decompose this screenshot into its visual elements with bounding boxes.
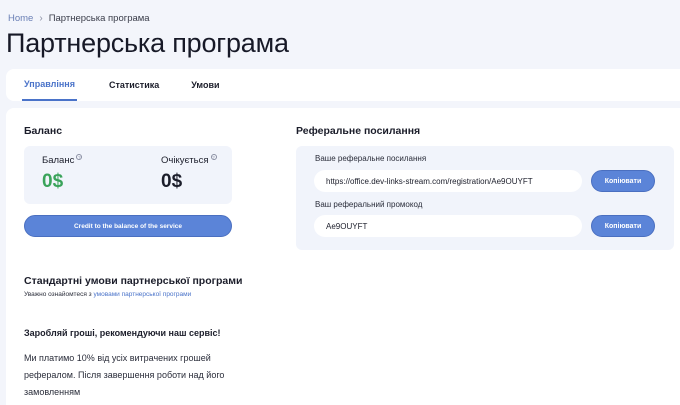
referral-link-field[interactable]: https://office.dev-links-stream.com/regi…	[314, 170, 582, 192]
tab-statistics[interactable]: Статистика	[109, 69, 159, 101]
terms-note-text: Уважно ознайомтеся з	[24, 291, 94, 298]
balance-label: Баланс ?	[42, 154, 83, 166]
info-icon[interactable]: ?	[210, 154, 217, 160]
promo-code-label: Ваш реферальний промокод	[315, 200, 423, 209]
promo-code-field[interactable]: Ae9OUYFT	[314, 215, 582, 237]
tab-terms[interactable]: Умови	[191, 69, 219, 101]
tab-management[interactable]: Управління	[22, 69, 77, 101]
referral-section-title: Реферальне посилання	[296, 125, 421, 137]
balance-section-title: Баланс	[24, 125, 63, 137]
terms-section-title: Стандартні умови партнерської програми	[24, 275, 243, 287]
breadcrumb: Home › Партнерська програма	[8, 13, 150, 24]
terms-link[interactable]: умовами партнерської програми	[93, 291, 191, 298]
earn-heading: Заробляй гроші, рекомендуючи наш сервіс!	[24, 328, 221, 338]
credit-to-balance-button[interactable]: Credit to the balance of the service	[24, 215, 232, 237]
balance-card: Баланс ? 0$ Очікується ? 0$	[24, 146, 232, 204]
tab-bar: Управління Статистика Умови	[6, 69, 680, 101]
copy-link-button[interactable]: Копіювати	[591, 170, 655, 192]
main-panel: Баланс Баланс ? 0$ Очікується ? 0$ Credi…	[6, 108, 680, 405]
copy-promo-button[interactable]: Копіювати	[591, 215, 655, 237]
balance-value: 0$	[42, 171, 64, 192]
expected-label: Очікується ?	[161, 154, 217, 166]
referral-card: Ваше реферальне посилання https://office…	[296, 146, 674, 250]
page-title: Партнерська програма	[6, 28, 289, 58]
breadcrumb-home-link[interactable]: Home	[8, 13, 33, 24]
info-icon[interactable]: ?	[76, 154, 83, 160]
chevron-right-icon: ›	[39, 13, 43, 24]
breadcrumb-current: Партнерська програма	[48, 13, 150, 24]
terms-note: Уважно ознайомтеся з умовами партнерсько…	[24, 291, 191, 298]
earn-description: Ми платимо 10% від усіх витрачених гроше…	[24, 353, 225, 397]
referral-link-label: Ваше реферальне посилання	[315, 154, 427, 163]
expected-value: 0$	[161, 171, 183, 192]
balance-label-text: Баланс	[42, 155, 75, 166]
expected-label-text: Очікується	[161, 155, 209, 166]
